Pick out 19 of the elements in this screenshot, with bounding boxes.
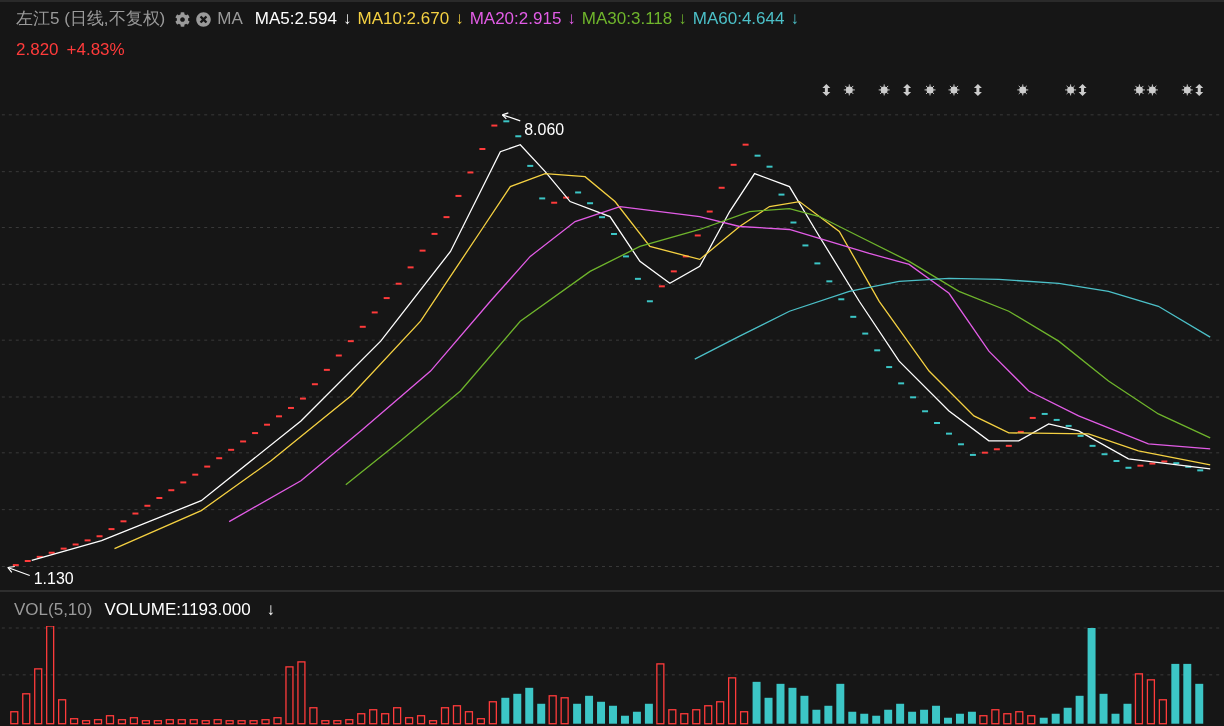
price-change: +4.83% <box>66 39 125 61</box>
trend-arrow: ↓ <box>266 598 276 621</box>
moving-average-value: MA5:2.594 <box>254 8 337 31</box>
moving-average-value: MA20:2.915 <box>469 8 562 31</box>
trend-arrow: ↓ <box>678 8 687 31</box>
low-price-label: 1.130 <box>33 570 74 588</box>
trend-arrow: ↓ <box>790 8 799 31</box>
volume-value: VOLUME:1193.000 <box>104 598 251 621</box>
moving-average-value: MA10:2.670 <box>357 8 450 31</box>
moving-average-value: MA30:3.118 <box>581 8 673 31</box>
high-price-label: 8.060 <box>524 120 565 138</box>
trend-arrow: ↓ <box>567 8 576 31</box>
volume-indicator-label: VOL(5,10) <box>14 598 93 621</box>
moving-average-value: MA60:4.644 <box>692 8 785 31</box>
trend-arrow: ↓ <box>342 8 352 31</box>
indicator-label: MA <box>217 8 243 31</box>
trend-arrow: ↓ <box>455 8 464 31</box>
last-price: 2.820 <box>16 39 59 61</box>
stock-title: 左江5 (日线,不复权) <box>16 8 166 31</box>
